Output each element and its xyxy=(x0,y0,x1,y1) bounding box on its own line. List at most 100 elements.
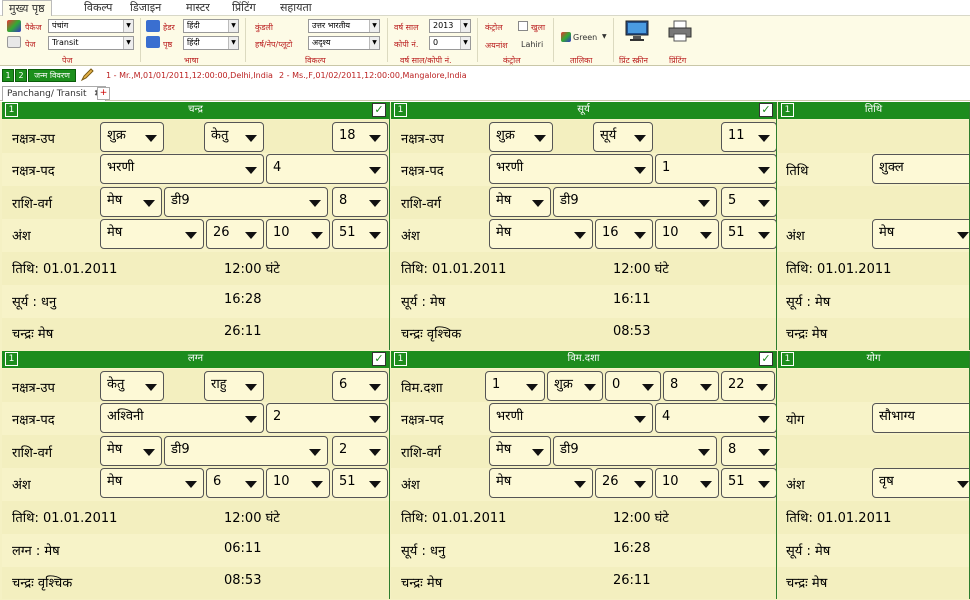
second-select[interactable]: 51 xyxy=(721,219,776,249)
tab-panchang-transit[interactable]: Panchang/ Transit✖ xyxy=(2,86,106,101)
sub-number-select[interactable]: 6 xyxy=(332,371,388,401)
body-language-select[interactable]: हिंदी ▼ xyxy=(183,36,239,50)
menu-master[interactable]: मास्टर xyxy=(180,0,216,16)
degree-sign-select[interactable]: मेष xyxy=(100,219,204,249)
header-label: हेडर xyxy=(163,23,175,32)
degree-sign-select[interactable]: मेष xyxy=(489,219,593,249)
ayanamsha-value[interactable]: Lahiri xyxy=(521,40,543,49)
degree-sign-select[interactable]: वृष xyxy=(872,468,969,498)
page-select[interactable]: Transit ▼ xyxy=(48,36,134,50)
minute-select[interactable]: 10 xyxy=(266,219,330,249)
sub-lord-select[interactable]: केतु xyxy=(204,122,264,152)
chevron-down-icon xyxy=(700,232,712,239)
pada-select[interactable]: 2 xyxy=(266,403,388,433)
second-select[interactable]: 51 xyxy=(332,219,388,249)
degree-select[interactable]: 26 xyxy=(206,219,264,249)
monitor-icon[interactable] xyxy=(624,20,650,42)
sub-number-select[interactable]: 18 xyxy=(332,122,388,152)
add-tab-button[interactable]: + xyxy=(97,87,110,100)
nakshatra-select-value: भरणी xyxy=(496,409,524,424)
kundali-select[interactable]: उत्तर भारतीय ▼ xyxy=(308,19,380,33)
rashi-select[interactable]: मेष xyxy=(489,436,551,466)
varga-select[interactable]: डी9 xyxy=(553,436,717,466)
dasha-planet-select[interactable]: शुक्र xyxy=(547,371,603,401)
rashi-select[interactable]: मेष xyxy=(100,436,162,466)
nakshatra-select[interactable]: भरणी xyxy=(489,154,653,184)
nakshatra-select-value: भरणी xyxy=(107,160,135,175)
degree-sign-select[interactable]: मेष xyxy=(489,468,593,498)
minute-select[interactable]: 10 xyxy=(655,219,719,249)
menu-help[interactable]: सहायता xyxy=(274,0,318,16)
rashi-select[interactable]: मेष xyxy=(489,187,551,217)
harsha-select[interactable]: अदृश्य ▼ xyxy=(308,36,380,50)
rashi-select[interactable]: मेष xyxy=(100,187,162,217)
sub-number-select[interactable]: 11 xyxy=(721,122,776,152)
nakshatra-select[interactable]: अश्विनी xyxy=(100,403,264,433)
varga-select[interactable]: डी9 xyxy=(553,187,717,217)
theme-dropdown-icon[interactable]: ▼ xyxy=(602,33,607,40)
nakshatra-lord-select-value: शुक्र xyxy=(496,128,515,143)
varga-number-select[interactable]: 5 xyxy=(721,187,776,217)
open-checkbox[interactable] xyxy=(518,21,528,31)
menu-design[interactable]: डिजाइन xyxy=(124,0,167,16)
nakshatra-lord-select[interactable]: शुक्र xyxy=(489,122,553,152)
chevron-down-icon xyxy=(245,384,257,391)
dasha-month-select[interactable]: 8 xyxy=(663,371,719,401)
pada-select[interactable]: 4 xyxy=(266,154,388,184)
check-icon[interactable]: ✓ xyxy=(372,352,386,366)
varga-number-select[interactable]: 8 xyxy=(721,436,776,466)
varga-number-select[interactable]: 8 xyxy=(332,187,388,217)
chevron-down-icon xyxy=(369,135,381,142)
menu-main-page[interactable]: मुख्य पृष्ठ xyxy=(2,0,52,17)
nakshatra-lord-select[interactable]: केतु xyxy=(100,371,164,401)
degree-sign-select[interactable]: मेष xyxy=(872,219,969,249)
value-field[interactable]: शुक्ल xyxy=(872,154,969,184)
chevron-down-icon xyxy=(758,449,770,456)
check-icon[interactable]: ✓ xyxy=(372,103,386,117)
varga-select[interactable]: डी9 xyxy=(164,187,328,217)
check-icon[interactable]: ✓ xyxy=(759,103,773,117)
value-field[interactable]: सौभाग्य xyxy=(872,403,969,433)
degree-sign-select[interactable]: मेष xyxy=(100,468,204,498)
copy-select[interactable]: 0 ▼ xyxy=(429,36,471,50)
dasha-year-select[interactable]: 0 xyxy=(605,371,661,401)
menu-options[interactable]: विकल्प xyxy=(78,0,118,16)
varga-number-select-value: 8 xyxy=(339,193,348,208)
dasha-level-select[interactable]: 1 xyxy=(485,371,545,401)
pencil-icon[interactable] xyxy=(80,68,94,82)
panel-title: लग्न xyxy=(187,353,204,364)
group-year-label: वर्ष साल/कोपी नं. xyxy=(400,56,452,65)
nakshatra-lord-select-value: शुक्र xyxy=(107,128,126,143)
person-2-button[interactable]: 2 xyxy=(15,69,27,82)
sub-lord-select[interactable]: सूर्य xyxy=(593,122,653,152)
sub-lord-select[interactable]: राहु xyxy=(204,371,264,401)
person-1-button[interactable]: 1 xyxy=(2,69,14,82)
varga-select-value: डी9 xyxy=(171,442,190,457)
nakshatra-select[interactable]: भरणी xyxy=(489,403,653,433)
menu-printing[interactable]: प्रिंटिंग xyxy=(226,0,262,16)
degree-select[interactable]: 26 xyxy=(595,468,653,498)
chevron-down-icon xyxy=(143,200,155,207)
pada-select[interactable]: 1 xyxy=(655,154,776,184)
panel-title: विम.दशा xyxy=(567,353,600,364)
second-select[interactable]: 51 xyxy=(721,468,776,498)
degree-select[interactable]: 16 xyxy=(595,219,653,249)
nakshatra-select[interactable]: भरणी xyxy=(100,154,264,184)
package-select[interactable]: पंचांग ▼ xyxy=(48,19,134,33)
nakshatra-lord-select[interactable]: शुक्र xyxy=(100,122,164,152)
dasha-day-select[interactable]: 22 xyxy=(721,371,775,401)
check-icon[interactable]: ✓ xyxy=(759,352,773,366)
printer-icon[interactable] xyxy=(667,20,693,42)
pada-select[interactable]: 4 xyxy=(655,403,776,433)
second-select[interactable]: 51 xyxy=(332,468,388,498)
birth-details-button[interactable]: जन्म विवरण xyxy=(28,69,76,82)
degree-select[interactable]: 6 xyxy=(206,468,264,498)
varga-select[interactable]: डी9 xyxy=(164,436,328,466)
minute-select[interactable]: 10 xyxy=(266,468,330,498)
minute-select[interactable]: 10 xyxy=(655,468,719,498)
year-select[interactable]: 2013 ▼ xyxy=(429,19,471,33)
theme-select[interactable]: Green xyxy=(573,33,597,42)
header-language-select[interactable]: हिंदी ▼ xyxy=(183,19,239,33)
varga-number-select[interactable]: 2 xyxy=(332,436,388,466)
date-info: तिथि: 01.01.2011 xyxy=(12,511,118,526)
